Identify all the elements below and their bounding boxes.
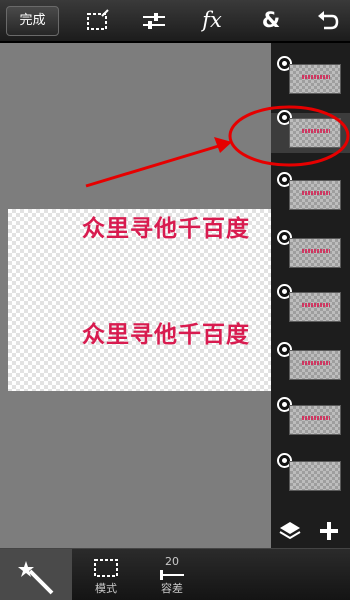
layer-thumbnail [289,64,341,94]
layer-thumbnail [289,180,341,210]
mode-label: 模式 [95,582,117,595]
layer-thumbnail [289,238,341,268]
done-button[interactable]: 完成 [6,6,59,36]
layer-thumbnail [289,405,341,435]
layer-item-selected[interactable] [271,110,350,153]
selection-icon [87,9,109,30]
top-toolbar: 完成 fx & [0,0,350,42]
layer-thumbnail [289,461,341,491]
editing-canvas[interactable]: 众里寻他千百度 众里寻他千百度 [0,43,271,548]
magic-wand-icon [18,561,54,595]
magic-wand-button[interactable] [0,549,72,600]
layer-thumbnail [289,118,341,148]
layer-item[interactable] [276,172,346,215]
plus-icon [320,522,338,540]
layer-item[interactable] [276,453,346,496]
layer-item[interactable] [276,230,346,273]
blend-icon[interactable]: & [259,7,283,33]
layers-panel [271,43,350,548]
layer-thumbnail [289,292,341,322]
tolerance-label: 容差 [161,582,183,595]
layer-item[interactable] [276,397,346,440]
mode-button[interactable]: 模式 [76,549,136,600]
adjustments-button[interactable] [137,4,171,38]
canvas-text-line-1: 众里寻他千百度 [82,216,250,242]
undo-icon [318,11,339,30]
layers-icon [279,522,301,540]
layer-item[interactable] [276,342,346,385]
bottom-toolbar: 模式 20 容差 [0,548,350,600]
fx-icon[interactable]: fx [200,7,224,33]
add-layer-button[interactable] [316,518,342,544]
layer-thumbnail [289,350,341,380]
tolerance-control[interactable]: 20 容差 [142,549,202,600]
selection-tool-button[interactable] [80,4,114,38]
canvas-text-line-2: 众里寻他千百度 [82,322,250,348]
image-layer[interactable]: 众里寻他千百度 众里寻他千百度 [8,209,271,391]
layers-stack-button[interactable] [277,518,303,544]
layer-item[interactable] [276,284,346,327]
selection-mode-icon [94,559,118,577]
layer-item[interactable] [276,56,346,99]
adjust-sliders-icon [143,13,165,29]
tolerance-value: 20 [165,555,179,568]
undo-button[interactable] [310,4,344,38]
